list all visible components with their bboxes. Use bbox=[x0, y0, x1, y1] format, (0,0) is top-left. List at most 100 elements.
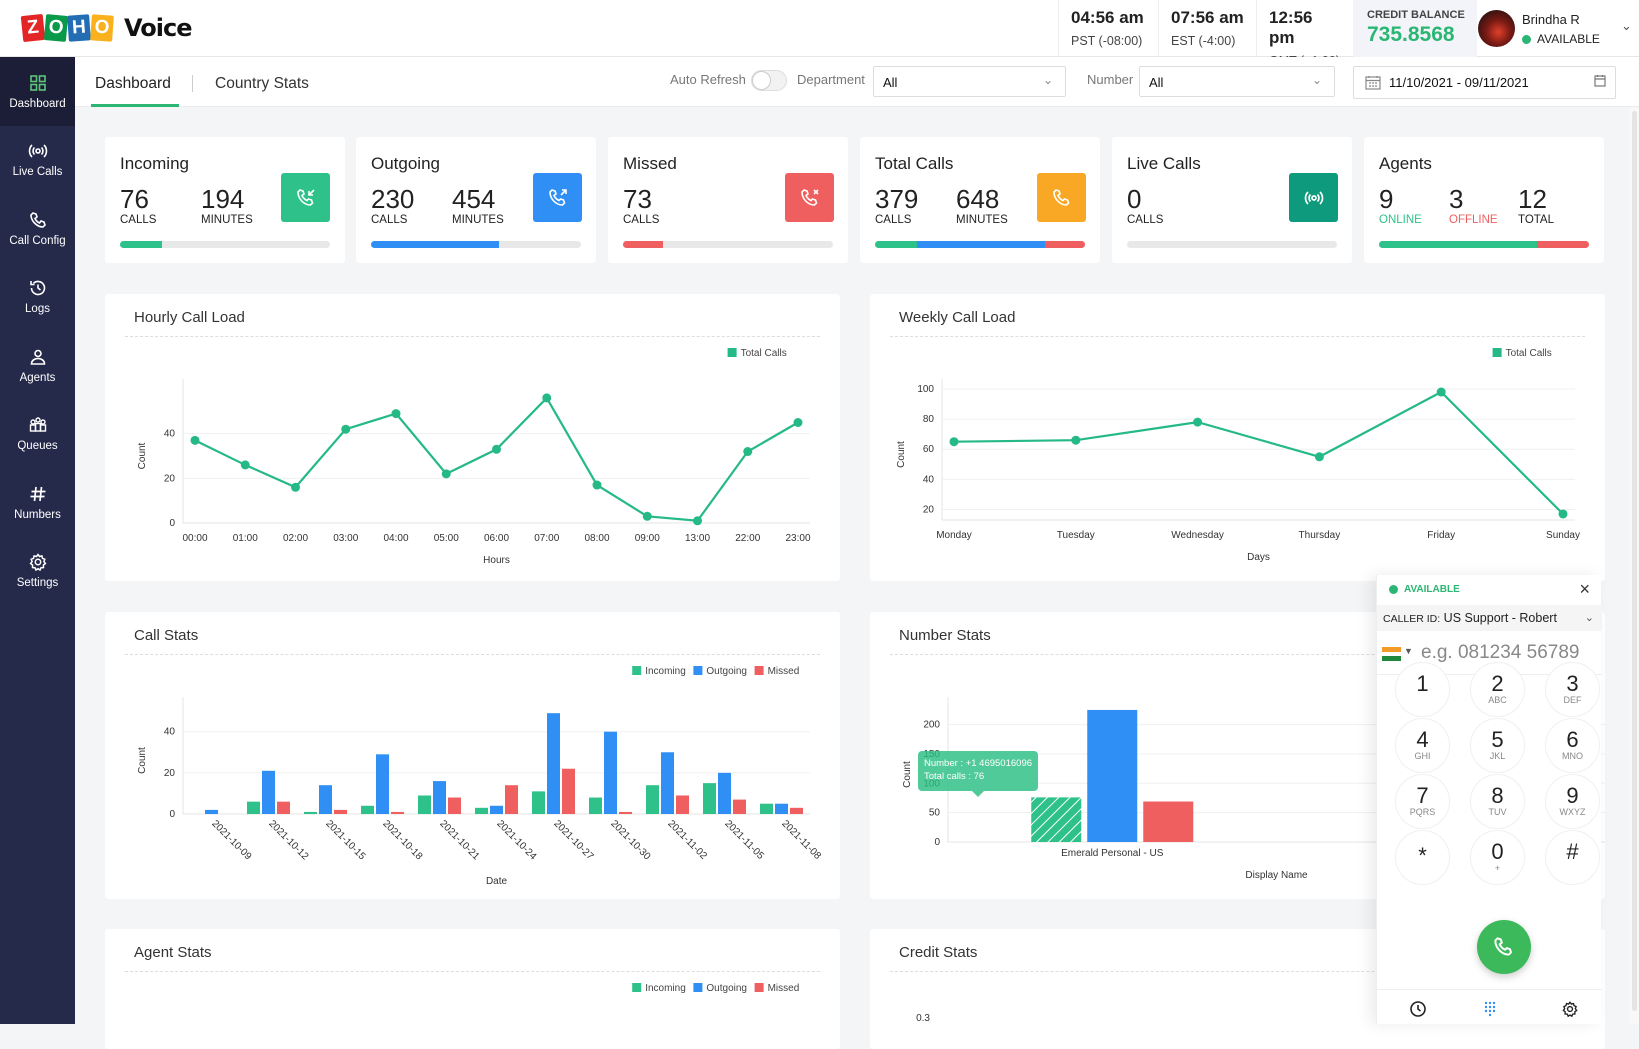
toggle-knob bbox=[752, 71, 771, 90]
dial-key[interactable]: 8 TUV bbox=[1470, 774, 1525, 829]
users-group-icon bbox=[29, 417, 46, 432]
weekly-call-load-panel: Weekly Call Load 20 40 60 80 100 Count Monday T… bbox=[870, 294, 1605, 581]
bar-missed bbox=[733, 799, 746, 814]
clock-time: 12:56 pm bbox=[1269, 8, 1313, 47]
x-tick-label: 2021-10-12 bbox=[266, 818, 310, 862]
logo-letter: O bbox=[90, 14, 114, 42]
sidebar-item-settings[interactable]: Settings bbox=[0, 537, 75, 606]
online-label: ONLINE bbox=[1379, 214, 1422, 226]
bar-incoming bbox=[646, 785, 659, 814]
broadcast-icon bbox=[1289, 173, 1338, 222]
dialer-footer bbox=[1377, 989, 1602, 1024]
x-axis-label: Display Name bbox=[1245, 870, 1308, 881]
y-tick-label: 50 bbox=[929, 808, 941, 819]
logo-letter: O bbox=[43, 14, 69, 42]
chevron-down-icon: ⌄ bbox=[1042, 73, 1053, 87]
date-range-picker[interactable]: 11/10/2021 - 09/11/2021 bbox=[1353, 66, 1616, 99]
x-tick-label: 02:00 bbox=[283, 533, 308, 544]
sidebar-item-queues[interactable]: Queues bbox=[0, 400, 75, 469]
dial-key[interactable]: 0 + bbox=[1470, 830, 1525, 885]
x-tick-label: 01:00 bbox=[233, 533, 258, 544]
data-point bbox=[391, 409, 401, 419]
user-menu[interactable]: Brindha R AVAILABLE ⌄ bbox=[1478, 0, 1639, 57]
legend-label: Total Calls bbox=[741, 348, 787, 359]
sidebar-item-numbers[interactable]: Numbers bbox=[0, 468, 75, 537]
legend-swatch bbox=[727, 348, 737, 357]
dial-key[interactable]: 3 DEF bbox=[1545, 662, 1600, 717]
calls-label: CALLS bbox=[1127, 214, 1164, 226]
number-value: All bbox=[1149, 75, 1164, 90]
keypad-icon[interactable] bbox=[1481, 1000, 1499, 1018]
close-icon[interactable]: × bbox=[1579, 579, 1590, 600]
calendar-icon bbox=[1594, 75, 1606, 87]
dial-key-letters: GHI bbox=[1414, 751, 1431, 761]
dial-key-digit: 0 bbox=[1491, 839, 1504, 864]
caller-id-select[interactable]: CALLER ID: US Support - Robert ⌄ bbox=[1377, 605, 1602, 631]
dial-key[interactable]: 4 GHI bbox=[1395, 718, 1450, 773]
bar-missed bbox=[505, 785, 518, 814]
product-name: Voice bbox=[124, 14, 192, 42]
india-flag-icon[interactable] bbox=[1382, 647, 1401, 661]
minutes-label: MINUTES bbox=[201, 214, 253, 226]
bar-missed bbox=[619, 811, 632, 814]
dial-key[interactable]: 5 JKL bbox=[1470, 718, 1525, 773]
minutes-label: MINUTES bbox=[956, 214, 1008, 226]
data-point bbox=[1071, 435, 1081, 445]
dial-key-letters: WXYZ bbox=[1559, 807, 1586, 817]
dial-key-letters: TUV bbox=[1488, 807, 1507, 817]
sidebar-item-call-config[interactable]: Call Config bbox=[0, 194, 75, 263]
avatar[interactable] bbox=[1478, 10, 1515, 47]
number-select[interactable]: All ⌄ bbox=[1139, 66, 1335, 97]
dial-key-digit: 7 bbox=[1416, 783, 1429, 808]
incoming-segment bbox=[875, 241, 917, 248]
y-axis-label: Count bbox=[137, 747, 148, 774]
dial-key[interactable]: 2 ABC bbox=[1470, 662, 1525, 717]
x-tick-label: 22:00 bbox=[735, 533, 760, 544]
agents-online-value: 9 bbox=[1379, 184, 1394, 214]
zoho-voice-logo[interactable]: Z O H O Voice bbox=[20, 13, 192, 43]
dashboard-toolbar: Dashboard Country Stats Auto Refresh Dep… bbox=[75, 57, 1639, 107]
sidebar-item-logs[interactable]: Logs bbox=[0, 263, 75, 332]
dial-key[interactable]: 9 WXYZ bbox=[1545, 774, 1600, 829]
y-tick-label: 0 bbox=[169, 809, 175, 820]
chevron-down-icon[interactable]: ⌄ bbox=[1621, 18, 1632, 34]
sidebar-item-agents[interactable]: Agents bbox=[0, 331, 75, 400]
department-select[interactable]: All ⌄ bbox=[873, 66, 1066, 97]
outgoing-call-icon bbox=[533, 173, 582, 222]
page-scrollbar[interactable] bbox=[1630, 107, 1639, 1024]
phone-icon bbox=[1494, 937, 1513, 956]
clock-history-icon[interactable] bbox=[1409, 1000, 1427, 1018]
bar-incoming bbox=[247, 801, 260, 814]
dial-key[interactable]: 6 MNO bbox=[1545, 718, 1600, 773]
total-calls-value: 379 bbox=[875, 184, 919, 214]
sidebar-item-live-calls[interactable]: Live Calls bbox=[0, 126, 75, 195]
history-icon bbox=[29, 280, 45, 296]
tab-dashboard[interactable]: Dashboard bbox=[95, 75, 171, 93]
caret-down-icon[interactable]: ▼ bbox=[1404, 646, 1413, 656]
caller-id-label: CALLER ID: bbox=[1383, 613, 1441, 625]
dial-key-digit: # bbox=[1566, 839, 1579, 864]
bar-incoming bbox=[760, 803, 773, 814]
dial-key[interactable]: # bbox=[1545, 830, 1600, 885]
call-button[interactable] bbox=[1477, 920, 1531, 974]
legend-swatch bbox=[693, 983, 703, 992]
bar-outgoing bbox=[376, 754, 389, 814]
bar-missed bbox=[277, 801, 290, 814]
data-point bbox=[693, 516, 702, 526]
y-tick-label: 40 bbox=[164, 727, 176, 738]
y-tick-label: 20 bbox=[164, 768, 176, 779]
dial-key[interactable]: * bbox=[1395, 830, 1450, 885]
incoming-call-icon bbox=[281, 173, 330, 222]
scrollbar-thumb[interactable] bbox=[1632, 111, 1637, 1011]
gear-icon[interactable] bbox=[1561, 1000, 1579, 1018]
dial-key-letters: + bbox=[1494, 863, 1501, 873]
sidebar-item-dashboard[interactable]: Dashboard bbox=[0, 57, 75, 126]
dial-key[interactable]: 7 PQRS bbox=[1395, 774, 1450, 829]
tab-country-stats[interactable]: Country Stats bbox=[215, 75, 309, 93]
dial-key[interactable]: 1 bbox=[1395, 662, 1450, 717]
dial-key-letters: MNO bbox=[1562, 751, 1583, 761]
x-tick-label: 2021-10-18 bbox=[380, 818, 424, 862]
x-tick-label: 2021-11-05 bbox=[722, 818, 766, 862]
auto-refresh-toggle[interactable] bbox=[751, 70, 787, 91]
hourly-call-load-panel: Hourly Call Load 0 20 40 Count 00:00 01:00 02:… bbox=[105, 294, 840, 581]
